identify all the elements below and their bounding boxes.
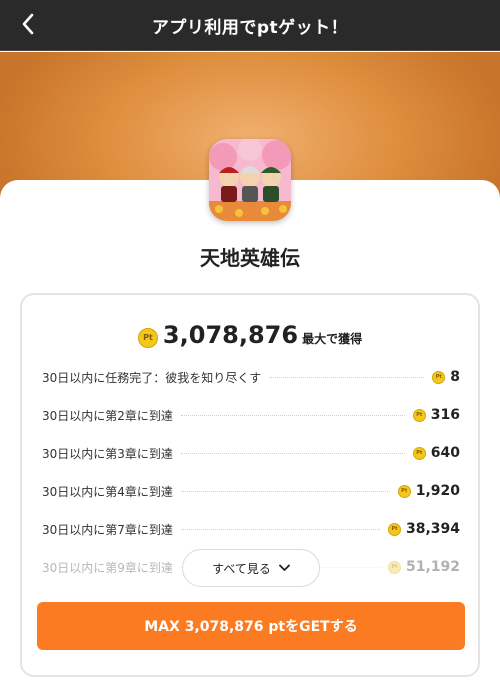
task-label: 30日以内に第7章に到達 [42,522,173,537]
task-label: 30日以内に任務完了：彼我を知り尽くす [42,370,262,385]
back-button[interactable] [14,12,42,40]
get-points-button[interactable]: MAX 3,078,876 ptをGETする [37,602,465,650]
coin-icon: Pt [412,408,426,422]
coin-icon: Pt [412,446,426,460]
task-label: 30日以内に第9章に到達 [42,560,173,575]
see-all-button[interactable]: すべて見る [182,549,320,587]
task-row: 30日以内に第4章に到達 Pt 1,920 [42,472,460,510]
task-points: 51,192 [405,559,460,575]
reward-card: Pt 3,078,876 最大で獲得 30日以内に任務完了：彼我を知り尽くす P… [20,293,480,677]
see-all-label: すべて見る [212,561,271,576]
dotted-leader [180,414,405,416]
coin-icon: Pt [137,327,158,348]
task-points: 8 [450,369,460,385]
task-label: 30日以内に第3章に到達 [42,446,173,461]
dotted-leader [180,528,380,530]
coin-icon: Pt [387,560,401,574]
chevron-left-icon [21,13,35,39]
task-reward: Pt 51,192 [387,559,460,575]
dotted-leader [180,452,405,454]
dotted-leader [269,376,425,378]
task-label: 30日以内に第4章に到達 [42,484,173,499]
get-points-label: MAX 3,078,876 ptをGETする [144,619,358,635]
total-points: Pt 3,078,876 最大で獲得 [22,321,478,351]
dotted-leader [180,490,390,492]
task-label: 30日以内に第2章に到達 [42,408,173,423]
app-name: 天地英雄伝 [200,246,300,270]
chevron-down-icon [278,564,290,572]
coin-icon: Pt [397,484,411,498]
task-reward: Pt 640 [412,445,460,461]
total-points-value: 3,078,876 [162,321,299,349]
task-reward: Pt 1,920 [397,483,460,499]
task-points: 1,920 [415,483,460,499]
task-row: 30日以内に第2章に到達 Pt 316 [42,396,460,434]
total-points-suffix: 最大で獲得 [302,332,363,346]
task-row: 30日以内に第3章に到達 Pt 640 [42,434,460,472]
task-reward: Pt 316 [412,407,460,423]
header-bar: アプリ利用でptゲット！ [0,0,500,51]
task-row: 30日以内に第7章に到達 Pt 38,394 [42,510,460,548]
task-points: 640 [430,445,460,461]
coin-icon: Pt [432,370,446,384]
page-title: アプリ利用でptゲット！ [151,17,349,38]
task-points: 38,394 [405,521,460,537]
task-reward: Pt 38,394 [387,521,460,537]
task-row: 30日以内に任務完了：彼我を知り尽くす Pt 8 [42,358,460,396]
coin-icon: Pt [387,522,401,536]
app-icon [209,139,291,221]
task-points: 316 [430,407,460,423]
task-reward: Pt 8 [432,369,460,385]
